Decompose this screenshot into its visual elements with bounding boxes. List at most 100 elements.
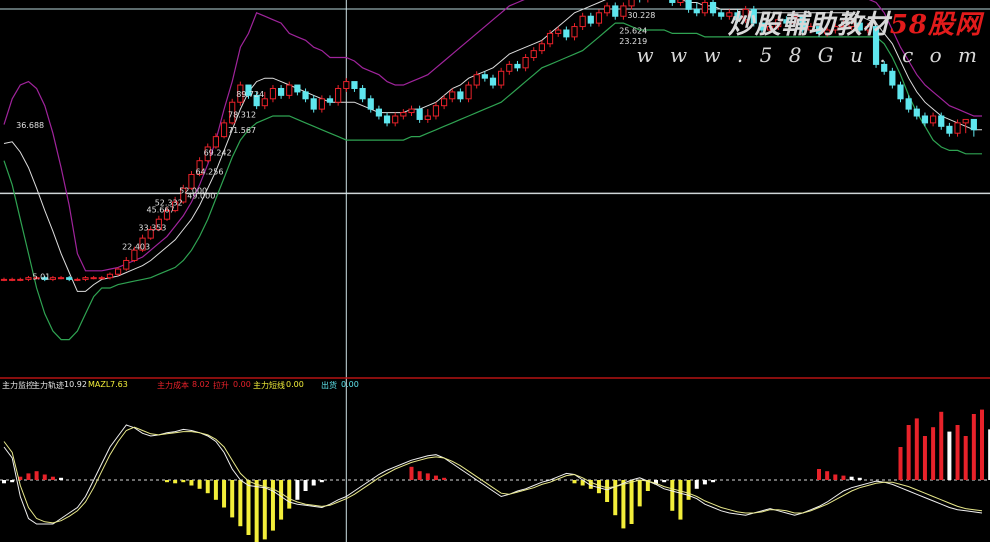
candle-body: [913, 108, 920, 117]
candle-body: [538, 43, 545, 52]
indicator-bar: [254, 480, 259, 542]
candle-body: [522, 57, 529, 69]
candle-body: [9, 278, 16, 281]
price-label: 36.688: [16, 121, 44, 130]
indicator-bar: [205, 480, 210, 494]
indicator-bar: [678, 480, 683, 520]
candle-body: [367, 98, 374, 110]
indicator-bar: [197, 480, 202, 489]
candle-body: [457, 91, 464, 100]
candle-body: [343, 81, 350, 89]
candle-body: [449, 91, 456, 100]
price-label: 89.724: [236, 90, 264, 99]
indicator-bar: [246, 480, 251, 535]
short-value: 0.00: [286, 380, 304, 389]
candle-body: [66, 277, 73, 280]
indicator-bar: [670, 480, 675, 511]
indicator-bar: [303, 480, 308, 491]
indicator-bar: [947, 431, 952, 480]
candle-body: [498, 70, 505, 86]
candle-body: [489, 77, 497, 86]
indicator-bar: [825, 471, 830, 480]
candle-body: [278, 87, 285, 96]
indicator-bar: [906, 425, 911, 480]
candle-body: [677, 0, 684, 3]
candle-body: [318, 98, 325, 110]
indicator-bar: [955, 425, 960, 480]
indicator-bar: [2, 480, 6, 484]
indicator-bar: [425, 473, 430, 480]
track-label: 主力轨迹: [32, 381, 64, 390]
candle-body: [571, 26, 578, 38]
candle-body: [604, 5, 611, 14]
indicator-bar: [702, 480, 707, 485]
candle-body: [90, 277, 97, 280]
watermark-url: w w w . 5 8 G u . c o m: [636, 43, 982, 67]
price-label: 49.000: [187, 192, 215, 201]
indicator-bar: [59, 477, 64, 480]
indicator-bar: [173, 480, 178, 484]
candle-body: [669, 0, 676, 3]
candle-body: [465, 84, 472, 100]
candle-body: [0, 278, 8, 281]
candle-body: [889, 70, 896, 86]
candle-body: [98, 277, 105, 280]
candle-body: [302, 91, 309, 100]
candle-body: [74, 278, 81, 281]
candle-body: [335, 87, 342, 103]
candle-body: [383, 115, 391, 124]
cost-value: 8.02: [192, 380, 210, 389]
indicator-bar: [10, 480, 15, 483]
indicator-bar: [287, 480, 292, 509]
candle-body: [400, 112, 407, 117]
candle-body: [212, 136, 220, 148]
pull-value: 0.00: [233, 380, 251, 389]
indicator-bar: [939, 411, 944, 480]
candle-body: [514, 63, 521, 69]
indicator-bar: [898, 447, 903, 480]
candle-body: [962, 118, 969, 124]
indicator-bar: [165, 480, 169, 483]
candle-body: [938, 115, 945, 127]
watermark-title-num: 58股网: [889, 10, 982, 40]
indicator-bar: [857, 477, 862, 480]
indicator-bar: [817, 469, 821, 480]
price-label: 71.567: [228, 126, 256, 135]
candle-body: [546, 32, 554, 45]
indicator-bar: [213, 480, 218, 500]
candle-body: [408, 108, 415, 114]
indicator-bar: [433, 475, 438, 480]
indicator-bar: [963, 436, 968, 480]
track-value: 10.92: [64, 380, 87, 389]
candle-body: [286, 84, 293, 96]
indicator-bar: [279, 480, 284, 520]
candle-body: [530, 50, 537, 59]
indicator-bar: [596, 480, 601, 494]
candle-body: [432, 105, 440, 117]
candle-body: [294, 84, 301, 93]
candle-body: [555, 29, 562, 34]
candle-body: [424, 115, 431, 120]
candle-body: [506, 63, 513, 72]
indicator-bar: [849, 476, 854, 480]
candle-body: [946, 125, 953, 134]
candle-body: [351, 81, 358, 89]
candle-body: [326, 98, 334, 103]
candle-body: [57, 277, 65, 280]
out-value: 0.00: [341, 380, 359, 389]
indicator-bar: [181, 480, 186, 483]
candle-body: [587, 15, 594, 24]
candle-body: [620, 5, 627, 17]
indicator-bar: [662, 480, 667, 483]
candle-body: [131, 249, 138, 261]
indicator-bar: [26, 473, 31, 480]
indicator-bar: [711, 480, 716, 483]
candle-body: [123, 259, 130, 270]
candle-body: [954, 122, 961, 134]
pull-label: 拉升: [213, 381, 229, 390]
indicator-name: 主力监控: [2, 381, 34, 390]
indicator-bar: [222, 480, 227, 508]
stock-chart-stage: 5.01 22.403 33.353 45.667 52.332 64.256 69.242…: [0, 0, 990, 542]
candle-body: [905, 98, 912, 110]
candle-body: [595, 12, 603, 24]
